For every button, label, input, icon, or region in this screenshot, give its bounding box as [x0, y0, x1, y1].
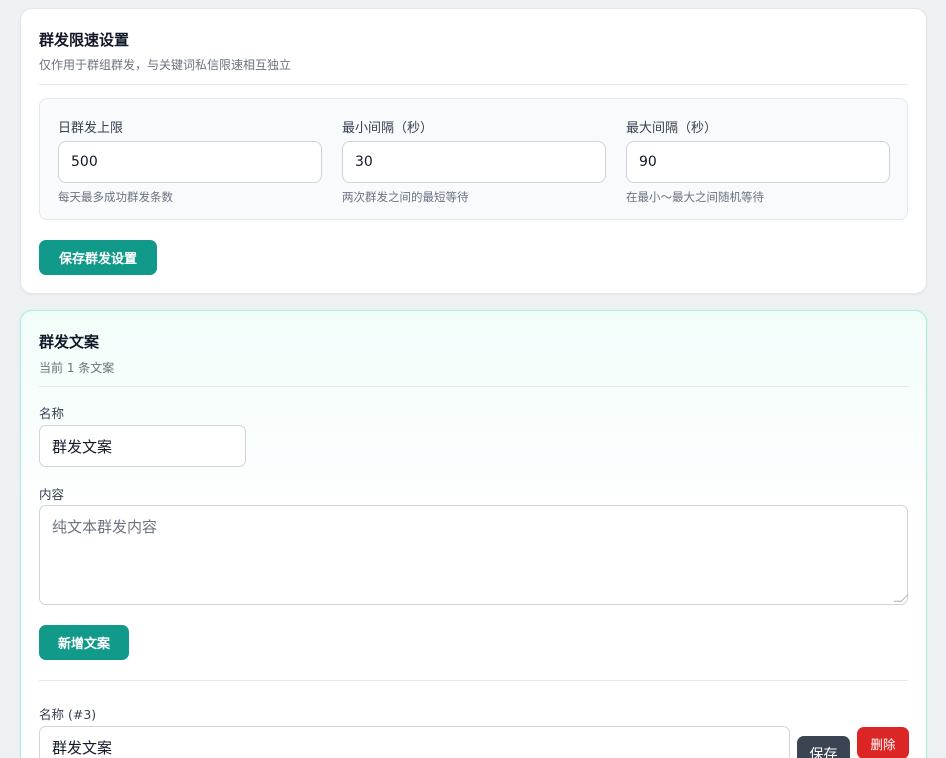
copy-section-card: 群发文案 当前 1 条文案 名称 群发文案 内容 纯文本群发内容 新增文案 名称… — [20, 310, 927, 758]
rate-fields-panel: 日群发上限 500 每天最多成功群发条数 最小间隔（秒） 30 两次群发之间的最… — [39, 98, 908, 220]
min-interval-help: 两次群发之间的最短等待 — [342, 190, 469, 204]
save-rate-settings-button[interactable]: 保存群发设置 — [39, 240, 157, 275]
new-name-input[interactable]: 群发文案 — [39, 425, 246, 467]
add-copy-button[interactable]: 新增文案 — [39, 625, 129, 660]
daily-limit-help: 每天最多成功群发条数 — [58, 190, 173, 204]
daily-limit-label: 日群发上限 — [58, 121, 124, 136]
delete-copy-button[interactable]: 删除 — [857, 727, 909, 758]
max-interval-input[interactable]: 90 — [626, 141, 890, 183]
max-interval-label: 最大间隔（秒） — [626, 121, 718, 136]
copy-section-title: 群发文案 — [39, 333, 100, 351]
min-interval-input[interactable]: 30 — [342, 141, 606, 183]
rate-settings-card: 群发限速设置 仅作用于群组群发，与关键词私信限速相互独立 日群发上限 500 每… — [20, 8, 927, 294]
daily-limit-input[interactable]: 500 — [58, 141, 322, 183]
min-interval-label: 最小间隔（秒） — [342, 121, 434, 136]
daily-limit-field: 日群发上限 500 每天最多成功群发条数 — [58, 117, 322, 205]
rate-settings-subtitle: 仅作用于群组群发，与关键词私信限速相互独立 — [39, 58, 292, 72]
resize-handle-icon[interactable] — [893, 594, 909, 602]
content-placeholder: 纯文本群发内容 — [52, 518, 158, 536]
page: 群发限速设置 仅作用于群组群发，与关键词私信限速相互独立 日群发上限 500 每… — [0, 0, 946, 758]
new-name-label: 名称 — [39, 406, 65, 421]
max-interval-help: 在最小～最大之间随机等待 — [626, 190, 764, 204]
new-content-label: 内容 — [39, 487, 65, 502]
divider — [39, 386, 908, 387]
existing-name-label: 名称 (#3) — [39, 707, 97, 722]
divider — [39, 84, 908, 85]
max-interval-field: 最大间隔（秒） 90 在最小～最大之间随机等待 — [626, 117, 890, 205]
copy-count-subtitle: 当前 1 条文案 — [39, 361, 115, 375]
rate-settings-title: 群发限速设置 — [39, 31, 130, 49]
divider — [39, 680, 908, 681]
min-interval-field: 最小间隔（秒） 30 两次群发之间的最短等待 — [342, 117, 606, 205]
new-content-textarea[interactable]: 纯文本群发内容 — [39, 505, 909, 605]
existing-name-input[interactable]: 群发文案 — [39, 726, 790, 758]
save-copy-button[interactable]: 保存 — [797, 736, 850, 758]
